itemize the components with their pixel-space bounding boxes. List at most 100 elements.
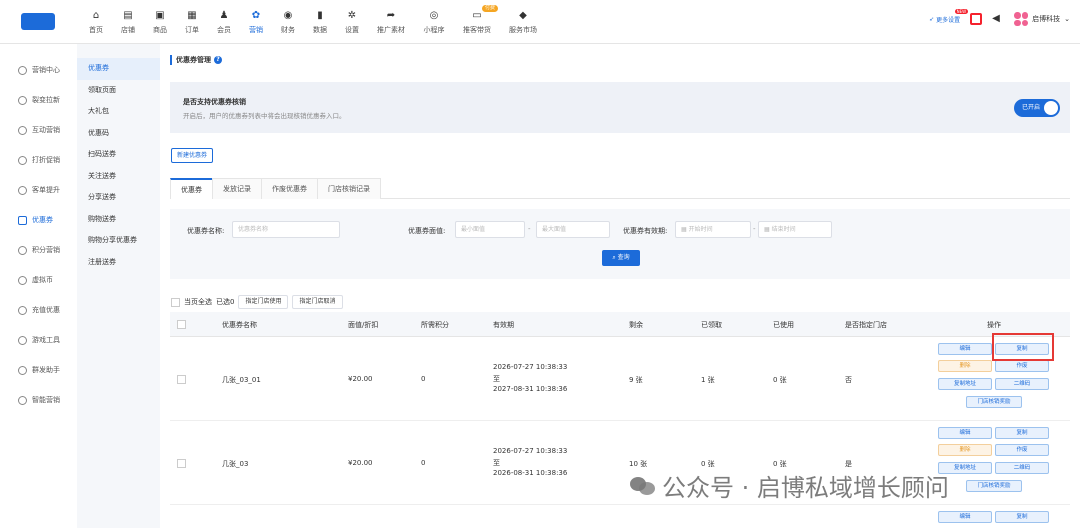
valid-end: 2026-08-31 10:38:36 bbox=[493, 469, 568, 477]
gift-icon[interactable] bbox=[970, 13, 983, 25]
watermark: 公众号 · 启博私域增长顾问 bbox=[630, 468, 949, 503]
speaker-icon[interactable]: ◀ bbox=[992, 13, 1004, 25]
nav-item-store[interactable]: ▤ 店铺 bbox=[112, 6, 144, 38]
table-row: 几张_03_01 ¥20.00 0 2026-07-27 10:38:33 至 … bbox=[170, 337, 1070, 421]
nav-item-order[interactable]: ▦ 订单 bbox=[176, 6, 208, 38]
top-right-tools: ➶ 更多设置 NEW ◀ 启博科技 ⌄ bbox=[929, 8, 1070, 26]
sidebar-primary-item[interactable]: 打折促销 bbox=[0, 145, 77, 175]
nav-item-label: 会员 bbox=[217, 25, 231, 34]
nav-item-miniprogram[interactable]: ◎ 小程序 bbox=[414, 6, 454, 38]
coupon-points: 0 bbox=[421, 375, 426, 383]
edit-button[interactable]: 编辑 bbox=[938, 511, 992, 523]
brand-logo[interactable] bbox=[21, 13, 55, 30]
max-value-input[interactable]: 最大面值 bbox=[536, 221, 610, 238]
sidebar-primary-label: 智能营销 bbox=[32, 396, 60, 404]
sidebar-secondary-item[interactable]: 关注送券 bbox=[77, 166, 160, 188]
copy-link-button[interactable]: 复制地址 bbox=[938, 378, 992, 390]
nav-item-data[interactable]: ▮ 数据 bbox=[304, 6, 336, 38]
qrcode-button[interactable]: 二维码 bbox=[995, 378, 1049, 390]
nav-item-home[interactable]: ⌂ 首页 bbox=[80, 6, 112, 38]
new-coupon-button[interactable]: 新建优惠券 bbox=[171, 148, 214, 163]
delete-button[interactable]: 删除 bbox=[938, 444, 992, 456]
sidebar-primary-item[interactable]: 虚拟币 bbox=[0, 265, 77, 295]
assign-store-button[interactable]: 指定门店使用 bbox=[238, 295, 289, 309]
finance-icon: ◉ bbox=[283, 10, 293, 21]
nav-item-finance[interactable]: ◉ 财务 bbox=[272, 6, 304, 38]
col-store: 是否指定门店 bbox=[845, 321, 887, 329]
store-reward-button[interactable]: 门店核销奖励 bbox=[966, 480, 1022, 492]
order-icon: ▦ bbox=[187, 10, 197, 21]
tab-item[interactable]: 作废优惠券 bbox=[261, 178, 318, 199]
tab-item[interactable]: 发放记录 bbox=[212, 178, 262, 199]
sidebar-primary-label: 游戏工具 bbox=[32, 336, 60, 344]
nav-item-label: 商品 bbox=[153, 25, 167, 34]
col-value: 面值/折扣 bbox=[348, 321, 379, 329]
nav-item-marketing[interactable]: ✿ 营销 bbox=[240, 6, 272, 38]
sidebar-secondary: 优惠券 领取页面 大礼包 优惠码 扫码送券 关注送券 分享送券 购物送券 购物分享优惠券 注册送券 bbox=[77, 44, 160, 528]
start-date-input[interactable]: ▦ 开始时间 bbox=[675, 221, 751, 238]
coupon-name-input[interactable]: 优惠券名称 bbox=[232, 221, 340, 238]
sidebar-secondary-item[interactable]: 扫码送券 bbox=[77, 144, 160, 166]
copy-button[interactable]: 复制 bbox=[995, 427, 1049, 439]
settings-icon: ✲ bbox=[347, 10, 357, 21]
delete-button[interactable]: 删除 bbox=[938, 360, 992, 372]
menu-item-icon bbox=[18, 125, 27, 135]
nav-item-share[interactable]: ➦ 推广素材 bbox=[368, 6, 414, 38]
cancel-store-button[interactable]: 指定门店取消 bbox=[292, 295, 343, 309]
edit-button[interactable]: 编辑 bbox=[938, 343, 992, 355]
copy-button[interactable]: 复制 bbox=[995, 511, 1049, 523]
menu-item-icon bbox=[18, 185, 27, 195]
menu-item-icon bbox=[18, 275, 27, 285]
tab-item[interactable]: 优惠券 bbox=[170, 178, 213, 199]
select-all-checkbox[interactable] bbox=[171, 297, 180, 307]
nav-item-market[interactable]: ◆ 服务市场 bbox=[500, 6, 546, 38]
edit-button[interactable]: 编辑 bbox=[938, 427, 992, 439]
tab-item[interactable]: 门店核销记录 bbox=[317, 178, 381, 199]
sidebar-primary-item[interactable]: 积分营销 bbox=[0, 235, 77, 265]
sidebar-primary-item[interactable]: 充值优惠 bbox=[0, 295, 77, 325]
sidebar-secondary-item[interactable]: 优惠券 bbox=[77, 58, 160, 80]
sidebar-primary-item[interactable]: 游戏工具 bbox=[0, 325, 77, 355]
search-icon: ⌕ bbox=[612, 254, 616, 261]
notice-title: 是否支持优惠券核销 bbox=[183, 98, 246, 106]
sidebar-secondary-item[interactable]: 大礼包 bbox=[77, 101, 160, 123]
sidebar-primary-item[interactable]: 裂变拉新 bbox=[0, 85, 77, 115]
min-value-input[interactable]: 最小面值 bbox=[455, 221, 525, 238]
nav-item-settings[interactable]: ✲ 设置 bbox=[336, 6, 368, 38]
row-checkbox[interactable] bbox=[177, 459, 186, 468]
sidebar-primary-item[interactable]: 营销中心 bbox=[0, 55, 77, 85]
main-content: 优惠券管理 ? 是否支持优惠券核销 开启后，用户的优惠券列表中将会出现核销优惠券… bbox=[160, 44, 1080, 528]
coupon-tabs: 优惠券 发放记录 作废优惠券 门店核销记录 bbox=[170, 178, 1070, 199]
store-reward-button[interactable]: 门店核销奖励 bbox=[966, 396, 1022, 408]
sidebar-secondary-item[interactable]: 优惠码 bbox=[77, 123, 160, 145]
void-button[interactable]: 作废 bbox=[995, 444, 1049, 456]
sidebar-secondary-item[interactable]: 注册送券 bbox=[77, 252, 160, 274]
sidebar-primary-item[interactable]: 群发助手 bbox=[0, 355, 77, 385]
sidebar-primary-item[interactable]: 优惠券 bbox=[0, 205, 77, 235]
col-valid: 有效期 bbox=[493, 321, 514, 329]
header-checkbox[interactable] bbox=[177, 320, 186, 329]
query-button[interactable]: ⌕ 查询 bbox=[602, 250, 640, 266]
filter-panel: 优惠券名称: 优惠券名称 优惠券面值: 最小面值 - 最大面值 优惠券有效期: … bbox=[170, 209, 1070, 279]
sidebar-secondary-item[interactable]: 购物分享优惠券 bbox=[77, 230, 160, 252]
copy-button[interactable]: 复制 bbox=[995, 343, 1049, 355]
nav-item-promoter[interactable]: ▭ 推客带货 付费 bbox=[454, 5, 500, 38]
help-icon[interactable]: ? bbox=[214, 56, 222, 64]
sidebar-primary-label: 群发助手 bbox=[32, 366, 60, 374]
nav-item-goods[interactable]: ▣ 商品 bbox=[144, 6, 176, 38]
sidebar-primary-item[interactable]: 客单提升 bbox=[0, 175, 77, 205]
account-menu[interactable]: 启博科技 ⌄ bbox=[1014, 12, 1070, 26]
qrcode-button[interactable]: 二维码 bbox=[995, 462, 1049, 474]
sidebar-primary-item[interactable]: 互动营销 bbox=[0, 115, 77, 145]
sidebar-primary-item[interactable]: 智能营销 bbox=[0, 385, 77, 415]
verify-toggle[interactable]: 已开启 bbox=[1014, 99, 1060, 117]
sidebar-primary: 营销中心 裂变拉新 互动营销 打折促销 客单提升 优惠券 积分营销 虚拟币 充值优惠游戏工具群发… bbox=[0, 44, 77, 528]
nav-item-member[interactable]: ♟ 会员 bbox=[208, 6, 240, 38]
void-button[interactable]: 作废 bbox=[995, 360, 1049, 372]
more-settings-button[interactable]: ➶ 更多设置 NEW bbox=[929, 8, 969, 24]
sidebar-secondary-item[interactable]: 购物送券 bbox=[77, 209, 160, 231]
end-date-input[interactable]: ▦ 结束时间 bbox=[758, 221, 832, 238]
sidebar-secondary-item[interactable]: 领取页面 bbox=[77, 80, 160, 102]
sidebar-secondary-item[interactable]: 分享送券 bbox=[77, 187, 160, 209]
row-checkbox[interactable] bbox=[177, 375, 186, 384]
